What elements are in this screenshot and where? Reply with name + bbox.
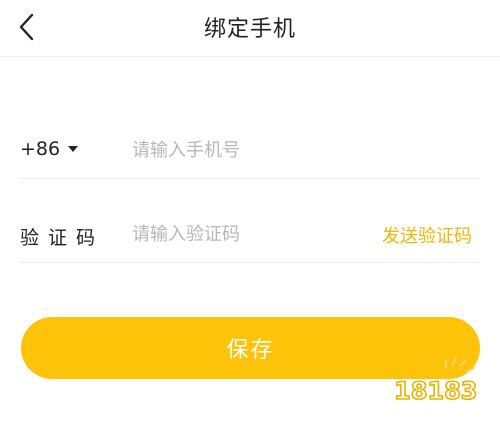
country-code-label: +86 bbox=[20, 138, 61, 160]
send-code-button[interactable]: 发送验证码 bbox=[382, 222, 472, 248]
top-bar: 绑定手机 bbox=[0, 0, 500, 57]
bind-phone-screen: 绑定手机 +86 验证码 发送验证码 保存 18183 bbox=[0, 0, 500, 423]
caret-down-icon bbox=[68, 146, 79, 152]
watermark-text: 18183 bbox=[394, 377, 478, 405]
verification-code-row: 验证码 发送验证码 bbox=[20, 214, 480, 263]
verification-code-label: 验证码 bbox=[20, 227, 105, 249]
phone-row: +86 bbox=[20, 130, 480, 179]
country-code-selector[interactable]: +86 bbox=[20, 138, 79, 160]
watermark-logo: 18183 bbox=[393, 357, 478, 406]
verification-code-input[interactable] bbox=[132, 218, 362, 250]
phone-number-input[interactable] bbox=[132, 134, 472, 166]
page-title: 绑定手机 bbox=[203, 17, 296, 42]
